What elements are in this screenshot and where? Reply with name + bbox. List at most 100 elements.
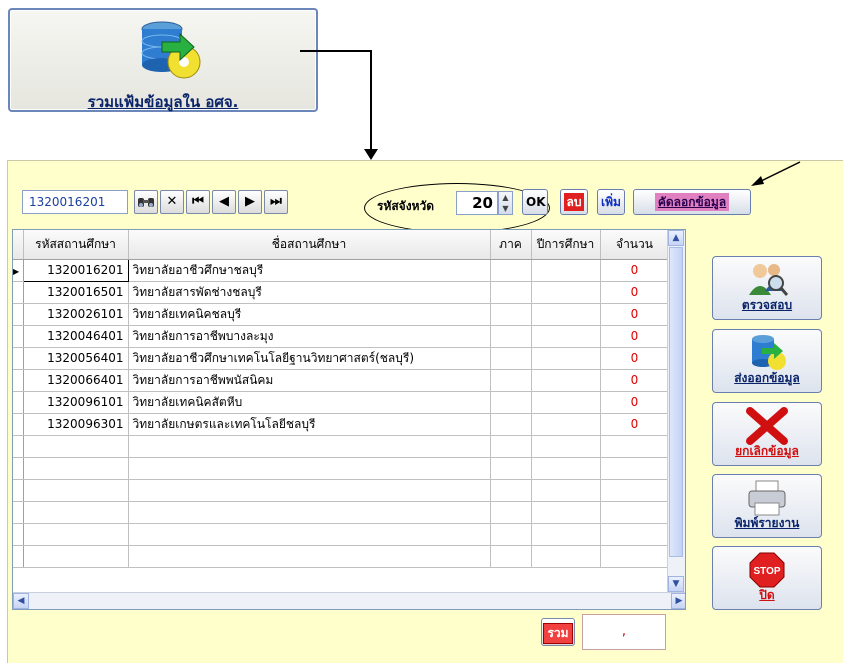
cell-code[interactable]: 1320046401 xyxy=(23,325,129,348)
last-record-button[interactable]: ⏭ xyxy=(264,190,288,214)
prev-record-button[interactable]: ◀ xyxy=(212,190,236,214)
merge-files-button[interactable]: รวมแฟ้มข้อมูลใน อศจ. xyxy=(8,8,318,112)
cell-code[interactable]: 1320026101 xyxy=(23,303,129,326)
cancel-data-label: ยกเลิกข้อมูล xyxy=(735,444,799,458)
table-row[interactable]: 1320026101 วิทยาลัยเทคนิคชลบุรี 0 xyxy=(13,303,670,326)
add-button[interactable]: เพิ่ม xyxy=(597,189,625,215)
table-row-empty[interactable] xyxy=(13,501,670,524)
delete-button[interactable]: ลบ xyxy=(560,189,588,215)
table-row-empty[interactable] xyxy=(13,545,670,568)
cell-code[interactable]: 1320016501 xyxy=(23,281,129,304)
cell-count[interactable]: 0 xyxy=(600,413,670,436)
column-header-year[interactable]: ปีการศึกษา xyxy=(531,230,601,260)
cell-count[interactable]: 0 xyxy=(600,325,670,348)
column-header-count[interactable]: จำนวน xyxy=(600,230,670,260)
cancel-data-button[interactable]: ยกเลิกข้อมูล xyxy=(712,402,822,466)
table-row-empty[interactable] xyxy=(13,457,670,480)
spin-down-icon[interactable]: ▼ xyxy=(499,203,512,214)
cell-name[interactable]: วิทยาลัยเทคนิคชลบุรี xyxy=(128,303,491,326)
column-header-region[interactable]: ภาค xyxy=(490,230,532,260)
table-row-empty[interactable] xyxy=(13,435,670,458)
cell-name[interactable]: วิทยาลัยการอาชีพบางละมุง xyxy=(128,325,491,348)
row-selector[interactable] xyxy=(13,303,24,326)
cell-count[interactable]: 0 xyxy=(600,369,670,392)
copy-data-button[interactable]: คัดลอกข้อมูล xyxy=(633,189,751,215)
cell-year[interactable] xyxy=(531,347,601,370)
cell-name[interactable]: วิทยาลัยการอาชีพพนัสนิคม xyxy=(128,369,491,392)
row-selector[interactable] xyxy=(13,391,24,414)
table-row[interactable]: 1320046401 วิทยาลัยการอาชีพบางละมุง 0 xyxy=(13,325,670,348)
cell-code[interactable]: 1320066401 xyxy=(23,369,129,392)
delete-record-button[interactable]: ✕ xyxy=(160,190,184,214)
cell-name[interactable]: วิทยาลัยสารพัดช่างชลบุรี xyxy=(128,281,491,304)
table-row[interactable]: 1320016501 วิทยาลัยสารพัดช่างชลบุรี 0 xyxy=(13,281,670,304)
cell-year[interactable] xyxy=(531,391,601,414)
column-header-name[interactable]: ชื่อสถานศึกษา xyxy=(128,230,491,260)
cell-count[interactable]: 0 xyxy=(600,303,670,326)
row-selector[interactable] xyxy=(13,281,24,304)
scroll-right-icon[interactable]: ▶ xyxy=(671,593,685,609)
province-input[interactable]: 20 xyxy=(456,191,498,215)
sum-button[interactable]: รวม xyxy=(541,618,575,646)
find-button[interactable] xyxy=(134,190,158,214)
export-data-button[interactable]: ส่งออกข้อมูล xyxy=(712,329,822,393)
vertical-scrollbar[interactable]: ▲ ▼ xyxy=(667,230,685,592)
column-header-code[interactable]: รหัสสถานศึกษา xyxy=(23,230,129,260)
cell-region[interactable] xyxy=(490,259,532,282)
schools-grid[interactable]: รหัสสถานศึกษา ชื่อสถานศึกษา ภาค ปีการศึก… xyxy=(12,229,686,610)
cell-region[interactable] xyxy=(490,347,532,370)
row-selector[interactable]: ▶ xyxy=(13,259,24,282)
add-label: เพิ่ม xyxy=(601,195,621,209)
cell-count[interactable]: 0 xyxy=(600,281,670,304)
table-row[interactable]: 1320096101 วิทยาลัยเทคนิคสัตหีบ 0 xyxy=(13,391,670,414)
cell-region[interactable] xyxy=(490,281,532,304)
table-row[interactable]: 1320066401 วิทยาลัยการอาชีพพนัสนิคม 0 xyxy=(13,369,670,392)
cell-name[interactable]: วิทยาลัยเกษตรและเทคโนโลยีชลบุรี xyxy=(128,413,491,436)
cell-count[interactable]: 0 xyxy=(600,259,670,282)
cell-region[interactable] xyxy=(490,325,532,348)
users-search-icon xyxy=(749,264,788,296)
table-row-empty[interactable] xyxy=(13,523,670,546)
cell-code[interactable]: 1320016201 xyxy=(22,258,129,282)
scroll-up-icon[interactable]: ▲ xyxy=(668,230,684,246)
row-selector[interactable] xyxy=(13,325,24,348)
scroll-thumb[interactable] xyxy=(669,247,683,557)
row-selector[interactable] xyxy=(13,347,24,370)
scroll-left-icon[interactable]: ◀ xyxy=(13,593,29,609)
cell-year[interactable] xyxy=(531,281,601,304)
cell-year[interactable] xyxy=(531,369,601,392)
cell-name[interactable]: วิทยาลัยเทคนิคสัตหีบ xyxy=(128,391,491,414)
row-selector[interactable] xyxy=(13,369,24,392)
ok-button[interactable]: OK xyxy=(522,189,548,215)
province-spinner[interactable]: ▲ ▼ xyxy=(498,191,513,215)
cell-year[interactable] xyxy=(531,303,601,326)
row-selector[interactable] xyxy=(13,413,24,436)
table-row-empty[interactable] xyxy=(13,479,670,502)
cell-code[interactable]: 1320096101 xyxy=(23,391,129,414)
horizontal-scrollbar[interactable]: ◀ ▶ xyxy=(13,592,685,609)
check-button[interactable]: ตรวจสอบ xyxy=(712,256,822,320)
cell-year[interactable] xyxy=(531,259,601,282)
record-field[interactable]: 1320016201 xyxy=(22,190,128,214)
cell-code[interactable]: 1320056401 xyxy=(23,347,129,370)
cell-year[interactable] xyxy=(531,413,601,436)
close-button[interactable]: STOP ปิด xyxy=(712,546,822,610)
cell-region[interactable] xyxy=(490,303,532,326)
cell-region[interactable] xyxy=(490,391,532,414)
cell-count[interactable]: 0 xyxy=(600,391,670,414)
cell-name[interactable]: วิทยาลัยอาชีวศึกษาชลบุรี xyxy=(128,259,491,282)
table-row[interactable]: 1320056401 วิทยาลัยอาชีวศึกษาเทคโนโลยีฐา… xyxy=(13,347,670,370)
cell-region[interactable] xyxy=(490,369,532,392)
cell-year[interactable] xyxy=(531,325,601,348)
print-report-button[interactable]: พิมพ์รายงาน xyxy=(712,474,822,538)
cell-count[interactable]: 0 xyxy=(600,347,670,370)
next-record-button[interactable]: ▶ xyxy=(238,190,262,214)
first-record-button[interactable]: ⏮ xyxy=(186,190,210,214)
table-row[interactable]: ▶ 1320016201 วิทยาลัยอาชีวศึกษาชลบุรี 0 xyxy=(13,258,670,282)
cell-code[interactable]: 1320096301 xyxy=(23,413,129,436)
table-row[interactable]: 1320096301 วิทยาลัยเกษตรและเทคโนโลยีชลบุ… xyxy=(13,413,670,436)
cell-name[interactable]: วิทยาลัยอาชีวศึกษาเทคโนโลยีฐานวิทยาศาสตร… xyxy=(128,347,491,370)
spin-up-icon[interactable]: ▲ xyxy=(499,192,512,203)
scroll-down-icon[interactable]: ▼ xyxy=(668,576,684,592)
cell-region[interactable] xyxy=(490,413,532,436)
